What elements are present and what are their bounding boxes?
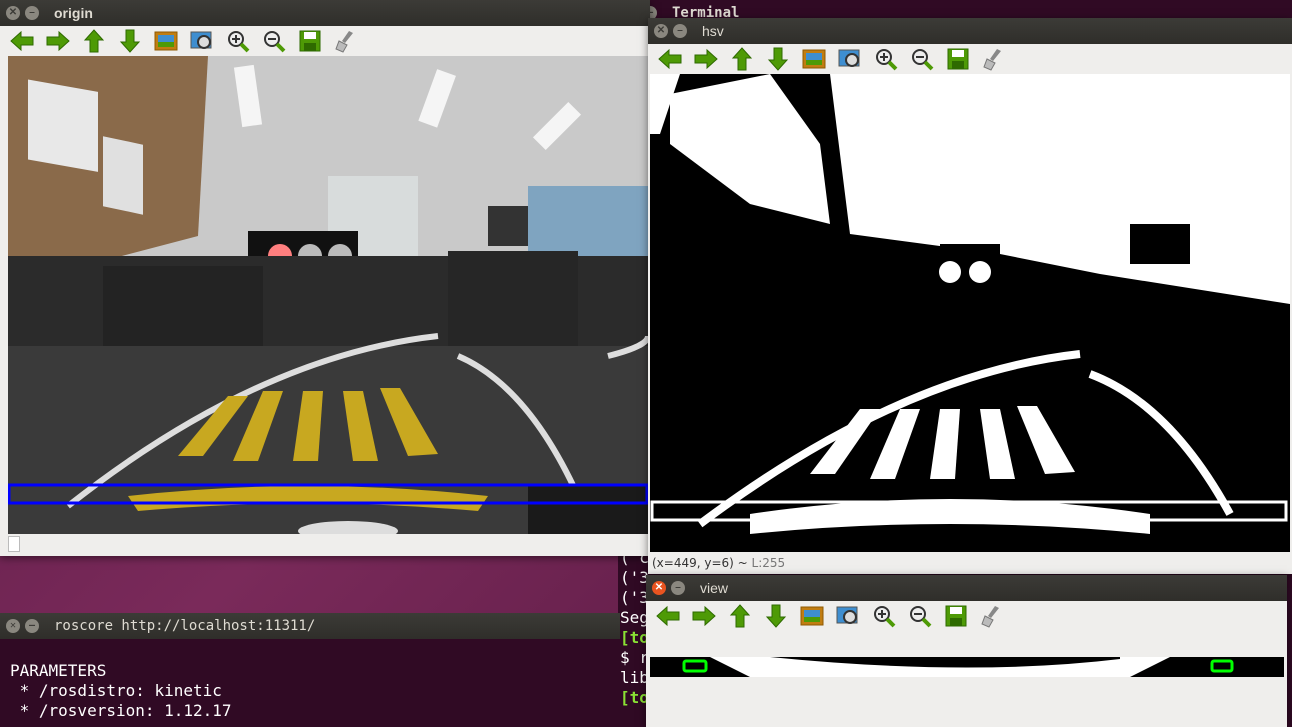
view-window[interactable]: ✕ – view [646, 575, 1287, 727]
close-icon[interactable]: ✕ [654, 24, 668, 38]
zoom-original-icon[interactable] [184, 27, 220, 55]
zoom-fit-icon[interactable] [794, 602, 830, 630]
close-icon[interactable]: ✕ [6, 6, 20, 20]
zoom-fit-icon[interactable] [148, 27, 184, 55]
view-titlebar[interactable]: ✕ – view [646, 575, 1287, 601]
pan-right-icon[interactable] [40, 27, 76, 55]
terminal-line: ('3 [620, 568, 649, 587]
terminal-line: ('3 [620, 588, 649, 607]
close-icon[interactable]: ✕ [652, 581, 666, 595]
terminal-output: ('c ('3 ('3 Seg [to $ r lib [to [620, 548, 649, 708]
properties-icon[interactable] [976, 45, 1012, 73]
roscore-titlebar[interactable]: ✕ – roscore http://localhost:11311/ [0, 613, 620, 639]
zoom-in-icon[interactable] [868, 45, 904, 73]
properties-icon[interactable] [974, 602, 1010, 630]
zoom-original-icon[interactable] [830, 602, 866, 630]
minimize-icon[interactable]: – [671, 581, 685, 595]
terminal-line: * /rosversion: 1.12.17 [10, 701, 232, 720]
hsv-statusbar: (x=449, y=6) ~ L:255 [648, 552, 1292, 574]
window-title: view [700, 580, 729, 596]
window-title: roscore http://localhost:11311/ [54, 618, 316, 634]
terminal-line: lib [620, 668, 649, 687]
pan-down-icon[interactable] [760, 45, 796, 73]
terminal-line: PARAMETERS [10, 661, 107, 680]
roscore-output: PARAMETERS * /rosdistro: kinetic * /rosv… [10, 661, 232, 721]
zoom-out-icon[interactable] [902, 602, 938, 630]
zoom-out-icon[interactable] [256, 27, 292, 55]
cursor-readout: (x=449, y=6) ~ [652, 556, 752, 570]
pan-down-icon[interactable] [112, 27, 148, 55]
image-toolbar [0, 26, 650, 56]
zoom-fit-icon[interactable] [796, 45, 832, 73]
view-roi-image[interactable] [650, 657, 1284, 677]
close-icon[interactable]: ✕ [6, 619, 20, 633]
window-title: origin [54, 5, 93, 21]
hsv-titlebar[interactable]: ✕ – hsv [648, 18, 1292, 44]
terminal-line: $ r [620, 648, 649, 667]
save-icon[interactable] [940, 45, 976, 73]
pan-up-icon[interactable] [722, 602, 758, 630]
roscore-window[interactable]: ✕ – roscore http://localhost:11311/ PARA… [0, 613, 620, 727]
pan-left-icon[interactable] [4, 27, 40, 55]
origin-window[interactable]: ✕ – origin [0, 0, 650, 556]
minimize-icon[interactable]: – [673, 24, 687, 38]
origin-camera-image[interactable] [8, 56, 648, 534]
origin-statusbar [8, 536, 20, 552]
zoom-out-icon[interactable] [904, 45, 940, 73]
terminal-prompt: [to [620, 688, 649, 707]
image-toolbar [648, 44, 1292, 74]
image-toolbar [646, 601, 1287, 631]
pan-down-icon[interactable] [758, 602, 794, 630]
zoom-original-icon[interactable] [832, 45, 868, 73]
terminal-prompt: [to [620, 628, 649, 647]
zoom-in-icon[interactable] [220, 27, 256, 55]
zoom-in-icon[interactable] [866, 602, 902, 630]
terminal-line: * /rosdistro: kinetic [10, 681, 222, 700]
pan-up-icon[interactable] [76, 27, 112, 55]
pan-up-icon[interactable] [724, 45, 760, 73]
hsv-mask-image[interactable] [650, 74, 1290, 554]
terminal-line: Seg [620, 608, 649, 627]
minimize-icon[interactable]: – [25, 6, 39, 20]
minimize-icon[interactable]: – [25, 619, 39, 633]
pan-left-icon[interactable] [650, 602, 686, 630]
pan-left-icon[interactable] [652, 45, 688, 73]
pixel-value: L:255 [751, 556, 786, 570]
window-title: hsv [702, 23, 724, 39]
hsv-window[interactable]: ✕ – hsv (x=449, y=6) ~ L:255 [648, 18, 1292, 574]
properties-icon[interactable] [328, 27, 364, 55]
save-icon[interactable] [938, 602, 974, 630]
origin-titlebar[interactable]: ✕ – origin [0, 0, 650, 26]
save-icon[interactable] [292, 27, 328, 55]
pan-right-icon[interactable] [688, 45, 724, 73]
pan-right-icon[interactable] [686, 602, 722, 630]
